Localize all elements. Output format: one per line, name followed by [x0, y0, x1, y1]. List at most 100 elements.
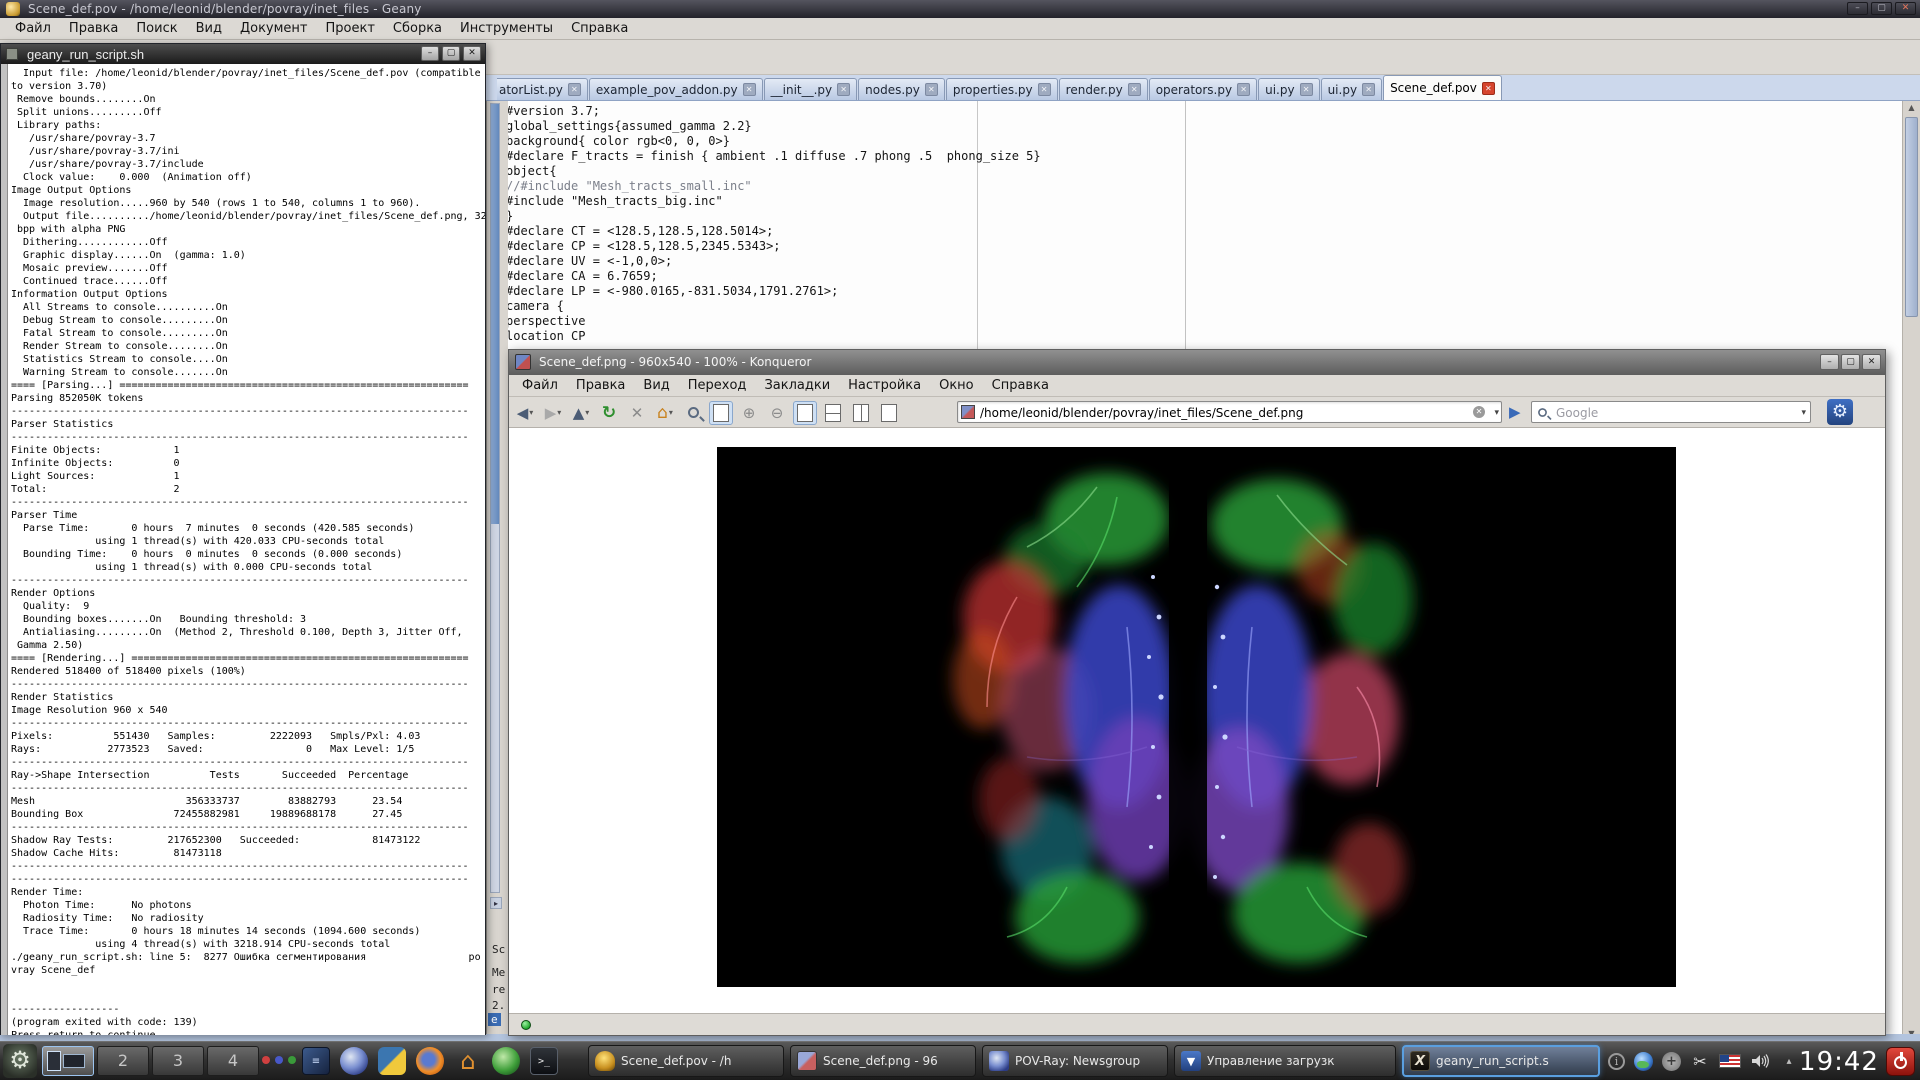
up-button[interactable]: ▲▾: [569, 401, 593, 425]
stop-button[interactable]: ✕: [625, 401, 649, 425]
close-view-button[interactable]: [877, 401, 901, 425]
dropdown-arrow-icon[interactable]: ▾: [529, 408, 533, 417]
maximize-button[interactable]: ▢: [1841, 354, 1860, 370]
menu-item[interactable]: Файл: [6, 18, 60, 39]
menu-item[interactable]: Проект: [317, 18, 384, 39]
tab-close-icon[interactable]: ✕: [1038, 83, 1051, 96]
tab-ui.py[interactable]: ui.py✕: [1321, 78, 1382, 100]
maximize-button[interactable]: ▢: [1871, 2, 1892, 15]
menu-item[interactable]: Документ: [231, 18, 317, 39]
menu-item[interactable]: Сборка: [384, 18, 451, 39]
close-button[interactable]: ✕: [1895, 2, 1916, 15]
menu-item[interactable]: Переход: [679, 375, 756, 396]
tab-close-icon[interactable]: ✕: [1362, 83, 1375, 96]
task-button[interactable]: POV-Ray: Newsgroup: [982, 1045, 1168, 1077]
location-bar[interactable]: /home/leonid/blender/povray/inet_files/S…: [957, 401, 1502, 423]
scroll-arrow-icon[interactable]: ▸: [490, 897, 502, 909]
zoom-in-button[interactable]: ⊕: [737, 401, 761, 425]
menu-item[interactable]: Настройка: [839, 375, 930, 396]
tab-__init__.py[interactable]: __init__.py✕: [764, 78, 858, 100]
dropdown-arrow-icon[interactable]: ▾: [585, 408, 589, 417]
tab-example_pov_addon.py[interactable]: example_pov_addon.py✕: [589, 78, 763, 100]
go-button[interactable]: ▶: [1509, 403, 1521, 421]
menu-item[interactable]: Правка: [567, 375, 634, 396]
scroll-up-icon[interactable]: ▲: [1903, 101, 1920, 115]
reload-button[interactable]: ↻: [597, 401, 621, 425]
minimize-button[interactable]: –: [1847, 2, 1868, 15]
split-top-bottom-button[interactable]: [849, 401, 873, 425]
tab-atorList.py[interactable]: atorList.py✕: [497, 78, 588, 100]
klipper-scissors-icon[interactable]: ✂: [1690, 1051, 1710, 1071]
xterm-scrollbar[interactable]: [1, 64, 8, 1035]
terminal-blue-icon[interactable]: ≡: [302, 1047, 330, 1075]
split-left-right-button[interactable]: [821, 401, 845, 425]
power-button[interactable]: [1886, 1047, 1915, 1076]
menu-item[interactable]: Справка: [562, 18, 637, 39]
tray-expand-arrow[interactable]: ▴: [1779, 1051, 1799, 1071]
volume-icon[interactable]: [1750, 1051, 1770, 1071]
task-button[interactable]: Scene_def.png - 96: [790, 1045, 976, 1077]
konqueror-swirl-icon[interactable]: [340, 1047, 368, 1075]
menu-item[interactable]: Поиск: [127, 18, 186, 39]
konsole-icon[interactable]: >_: [530, 1047, 558, 1075]
tab-Scene_def.pov[interactable]: Scene_def.pov✕: [1383, 75, 1502, 100]
zoom-original-button[interactable]: [681, 401, 705, 425]
search-dropdown-icon[interactable]: ▾: [1801, 408, 1806, 418]
home-button[interactable]: ⌂▾: [653, 401, 677, 425]
menu-item[interactable]: Окно: [930, 375, 983, 396]
clock[interactable]: 19:42: [1798, 1047, 1880, 1077]
zoom-out-button[interactable]: ⊖: [765, 401, 789, 425]
maximize-button[interactable]: ▢: [442, 46, 460, 61]
home-folder-icon[interactable]: ⌂: [454, 1047, 482, 1075]
sidebar-scrollbar[interactable]: [490, 103, 500, 893]
tab-ui.py[interactable]: ui.py✕: [1258, 78, 1319, 100]
task-button[interactable]: Scene_def.pov - /h: [588, 1045, 784, 1077]
task-button[interactable]: ▼Управление загрузк: [1174, 1045, 1396, 1077]
menu-item[interactable]: Инструменты: [451, 18, 562, 39]
dropdown-arrow-icon[interactable]: ▾: [669, 408, 673, 417]
tab-render.py[interactable]: render.py✕: [1059, 78, 1148, 100]
pager-desktop-4[interactable]: 4: [207, 1046, 259, 1076]
kde-gear-icon[interactable]: ⚙: [1827, 399, 1853, 425]
menu-item[interactable]: Правка: [60, 18, 127, 39]
tab-close-icon[interactable]: ✕: [568, 83, 581, 96]
editor-scrollbar[interactable]: ▲ ▼: [1902, 101, 1920, 1041]
pager-desktop-3[interactable]: 3: [152, 1046, 204, 1076]
back-button[interactable]: ◀▾: [513, 401, 537, 425]
menu-item[interactable]: Закладки: [755, 375, 839, 396]
tab-close-icon[interactable]: ✕: [925, 83, 938, 96]
tab-close-icon[interactable]: ✕: [1482, 82, 1495, 95]
python-icon[interactable]: [378, 1047, 406, 1075]
menu-item[interactable]: Вид: [187, 18, 231, 39]
pager-desktop-1[interactable]: [42, 1046, 94, 1076]
minimize-button[interactable]: –: [1820, 354, 1839, 370]
tab-nodes.py[interactable]: nodes.py✕: [858, 78, 945, 100]
forward-button[interactable]: ▶▾: [541, 401, 565, 425]
close-button[interactable]: ✕: [1862, 354, 1881, 370]
green-app-icon[interactable]: [492, 1047, 520, 1075]
dropdown-arrow-icon[interactable]: ▾: [557, 408, 561, 417]
tab-close-icon[interactable]: ✕: [1128, 83, 1141, 96]
task-button[interactable]: Xgeany_run_script.s: [1402, 1045, 1600, 1077]
workspace-switcher-icon[interactable]: +: [1662, 1052, 1681, 1071]
clear-location-icon[interactable]: ✕: [1473, 406, 1485, 418]
tab-close-icon[interactable]: ✕: [1300, 83, 1313, 96]
terminal-output-area[interactable]: Input file: /home/leonid/blender/povray/…: [1, 64, 485, 1035]
location-dropdown-icon[interactable]: ▾: [1494, 408, 1499, 418]
menu-item[interactable]: Файл: [513, 375, 567, 396]
view-page-toggle[interactable]: [709, 401, 733, 425]
firefox-icon[interactable]: [416, 1047, 444, 1075]
close-button[interactable]: ✕: [463, 46, 481, 61]
info-icon[interactable]: i: [1608, 1053, 1625, 1070]
pager-desktop-2[interactable]: 2: [97, 1046, 149, 1076]
kde-menu-button[interactable]: ⚙: [3, 1044, 37, 1078]
tab-operators.py[interactable]: operators.py✕: [1149, 78, 1257, 100]
select-mode-toggle[interactable]: [793, 401, 817, 425]
minimize-button[interactable]: –: [421, 46, 439, 61]
menu-item[interactable]: Вид: [634, 375, 678, 396]
tab-properties.py[interactable]: properties.py✕: [946, 78, 1058, 100]
web-search-input[interactable]: Google ▾: [1531, 401, 1811, 423]
menu-item[interactable]: Справка: [983, 375, 1058, 396]
tab-close-icon[interactable]: ✕: [743, 83, 756, 96]
scrollbar-thumb[interactable]: [1905, 117, 1918, 317]
